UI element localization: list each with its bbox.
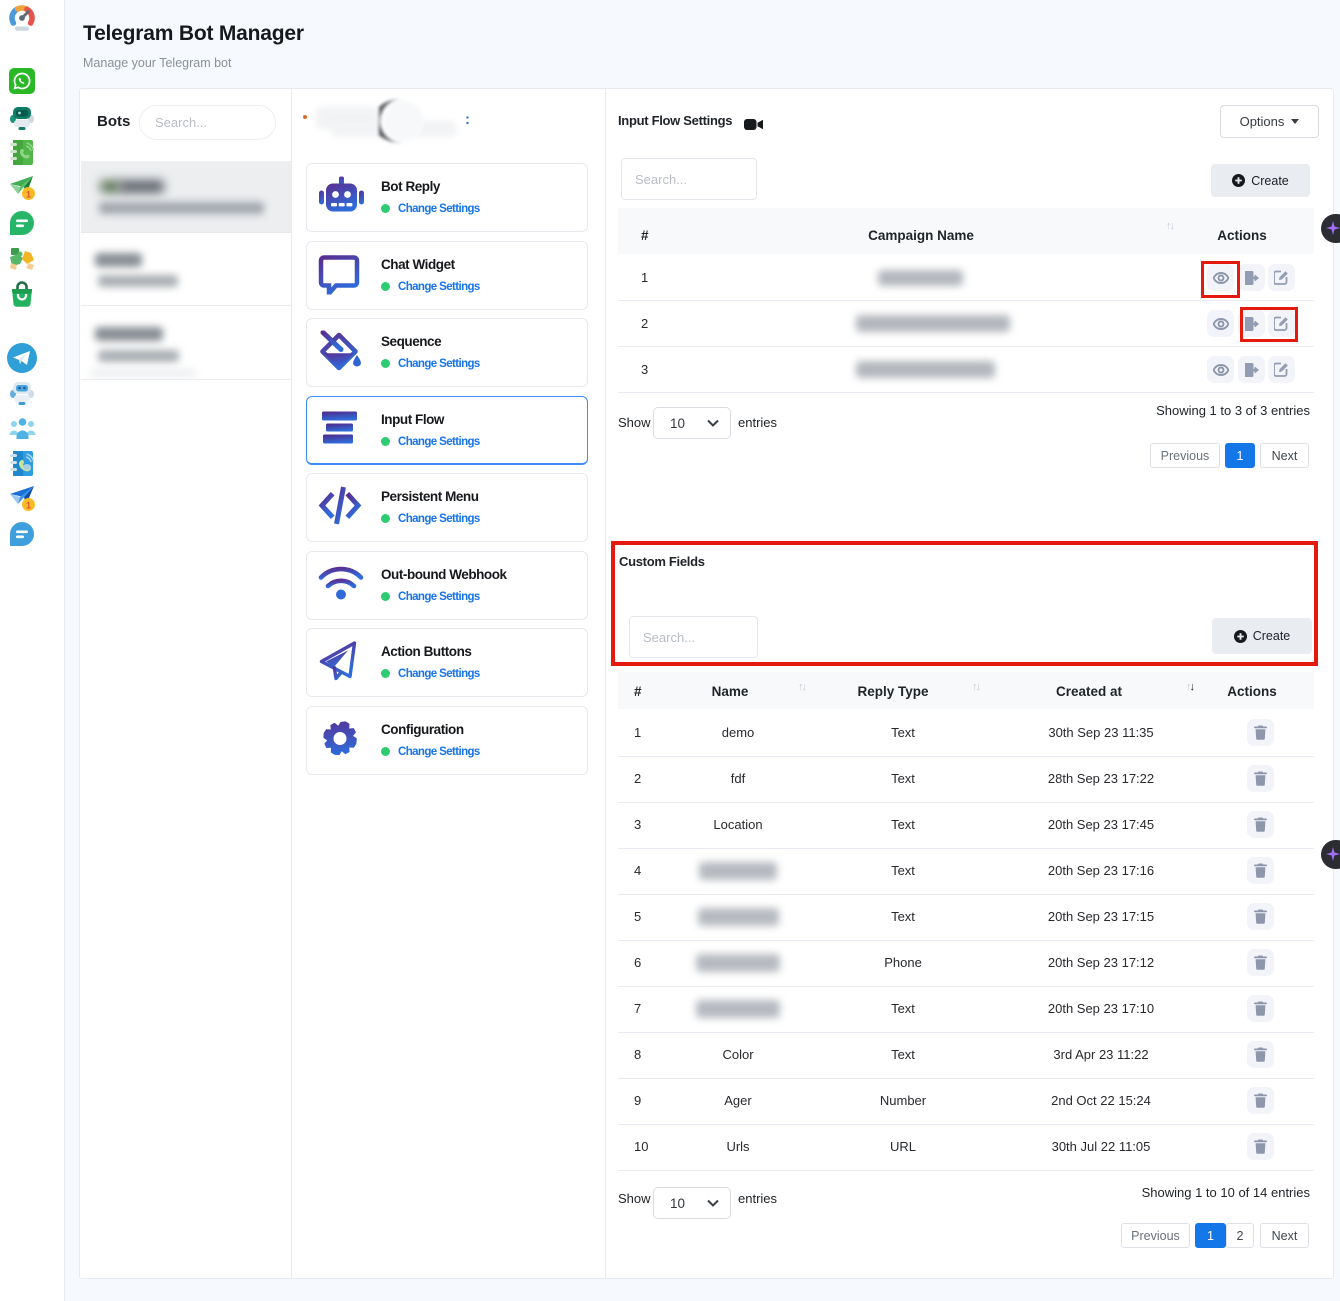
svg-text:1: 1	[26, 190, 31, 200]
svg-text:1: 1	[26, 501, 31, 511]
